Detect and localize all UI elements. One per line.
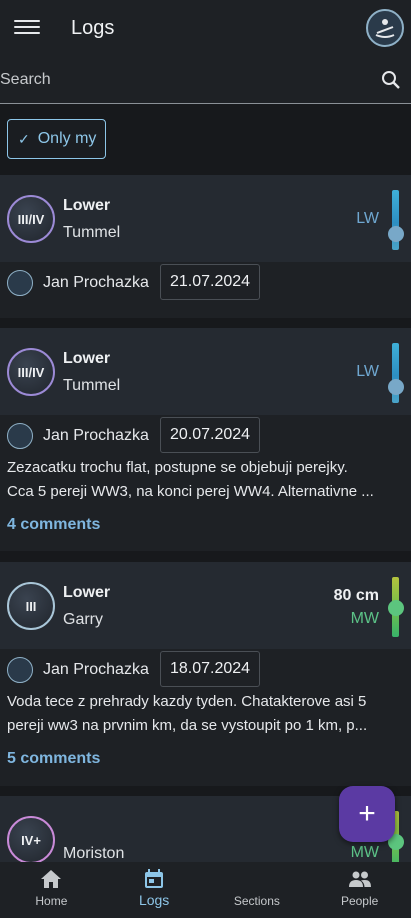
search-icon[interactable]: [381, 70, 401, 90]
add-log-button[interactable]: +: [339, 786, 395, 842]
log-text-line: Cca 5 pereji WW3, na konci perej WW4. Al…: [7, 483, 374, 500]
water-level: LW: [356, 210, 379, 227]
section-name: Lower: [63, 584, 111, 601]
log-card[interactable]: III Lower Garry 80 cm MW Jan Prochazka 1…: [0, 562, 411, 786]
water-level: MW: [350, 844, 379, 861]
kayaker-icon: [375, 19, 395, 38]
river-name: Tummel: [63, 224, 121, 241]
log-text-line: Zezacatku trochu flat, postupne se objeb…: [7, 459, 348, 476]
log-meta: Jan Prochazka 18.07.2024: [0, 649, 411, 689]
log-meta: Jan Prochazka 20.07.2024: [0, 415, 411, 455]
log-card[interactable]: III/IV Lower Tummel LW Jan Prochazka 21.…: [0, 175, 411, 318]
grade-badge: III: [7, 582, 55, 630]
log-card[interactable]: III/IV Lower Tummel LW Jan Prochazka 20.…: [0, 328, 411, 551]
grade-badge: III/IV: [7, 195, 55, 243]
author-name: Jan Prochazka: [43, 274, 149, 291]
author-avatar: [7, 270, 33, 296]
menu-icon[interactable]: [14, 16, 40, 42]
log-text-line: Voda tece z prehrady kazdy tyden. Chatak…: [7, 693, 367, 710]
check-icon: ✓: [18, 130, 30, 147]
river-name: Tummel: [63, 377, 121, 394]
section-name: Lower: [63, 350, 111, 367]
river-name: Moriston: [63, 845, 125, 862]
search-input[interactable]: [0, 58, 360, 102]
nav-home-label: Home: [35, 894, 68, 908]
nav-people-label: People: [340, 894, 379, 908]
water-level-indicator: [388, 379, 404, 395]
author-avatar: [7, 423, 33, 449]
app-bar: Logs: [0, 0, 411, 58]
page-title: Logs: [71, 17, 115, 39]
log-date: 20.07.2024: [160, 417, 261, 453]
log-text-line: pereji ww3 na prvnim km, da se vystoupit…: [7, 717, 368, 734]
water-flow: 80 cm: [333, 587, 379, 604]
water-level-indicator: [388, 600, 404, 616]
only-my-filter-chip[interactable]: ✓ Only my: [7, 119, 107, 159]
nav-home[interactable]: Home: [0, 862, 103, 918]
section-header[interactable]: III/IV Lower Tummel LW: [0, 175, 411, 262]
section-name: Lower: [63, 197, 111, 214]
water-level-indicator: [388, 226, 404, 242]
nav-logs[interactable]: Logs: [103, 862, 206, 918]
only-my-label: Only my: [37, 130, 97, 147]
nav-people[interactable]: People: [308, 862, 411, 918]
river-name: Garry: [63, 611, 103, 628]
log-text: Zezacatku trochu flat, postupne se objeb…: [7, 456, 404, 504]
grade-badge: III/IV: [7, 348, 55, 396]
section-header[interactable]: III Lower Garry 80 cm MW: [0, 562, 411, 649]
people-icon: [348, 871, 371, 887]
water-level: LW: [356, 363, 379, 380]
calendar-icon: [145, 869, 164, 888]
comments-link[interactable]: 5 comments: [7, 750, 100, 768]
section-header[interactable]: III/IV Lower Tummel LW: [0, 328, 411, 415]
user-avatar[interactable]: [366, 9, 404, 47]
nav-logs-label: Logs: [138, 892, 170, 908]
log-date: 18.07.2024: [160, 651, 261, 687]
comments-link[interactable]: 4 comments: [7, 516, 100, 534]
grade-badge: IV+: [7, 816, 55, 862]
bottom-navigation: Home Logs Sections People: [0, 862, 411, 918]
author-avatar: [7, 657, 33, 683]
nav-sections-label: Sections: [233, 894, 280, 908]
water-level: MW: [350, 610, 379, 627]
search-bar: [0, 58, 411, 104]
log-date: 21.07.2024: [160, 264, 261, 300]
log-meta: Jan Prochazka 21.07.2024: [0, 262, 411, 302]
log-text: Voda tece z prehrady kazdy tyden. Chatak…: [7, 690, 404, 738]
author-name: Jan Prochazka: [43, 427, 149, 444]
nav-sections[interactable]: Sections: [206, 862, 309, 918]
author-name: Jan Prochazka: [43, 661, 149, 678]
home-icon: [41, 870, 62, 888]
